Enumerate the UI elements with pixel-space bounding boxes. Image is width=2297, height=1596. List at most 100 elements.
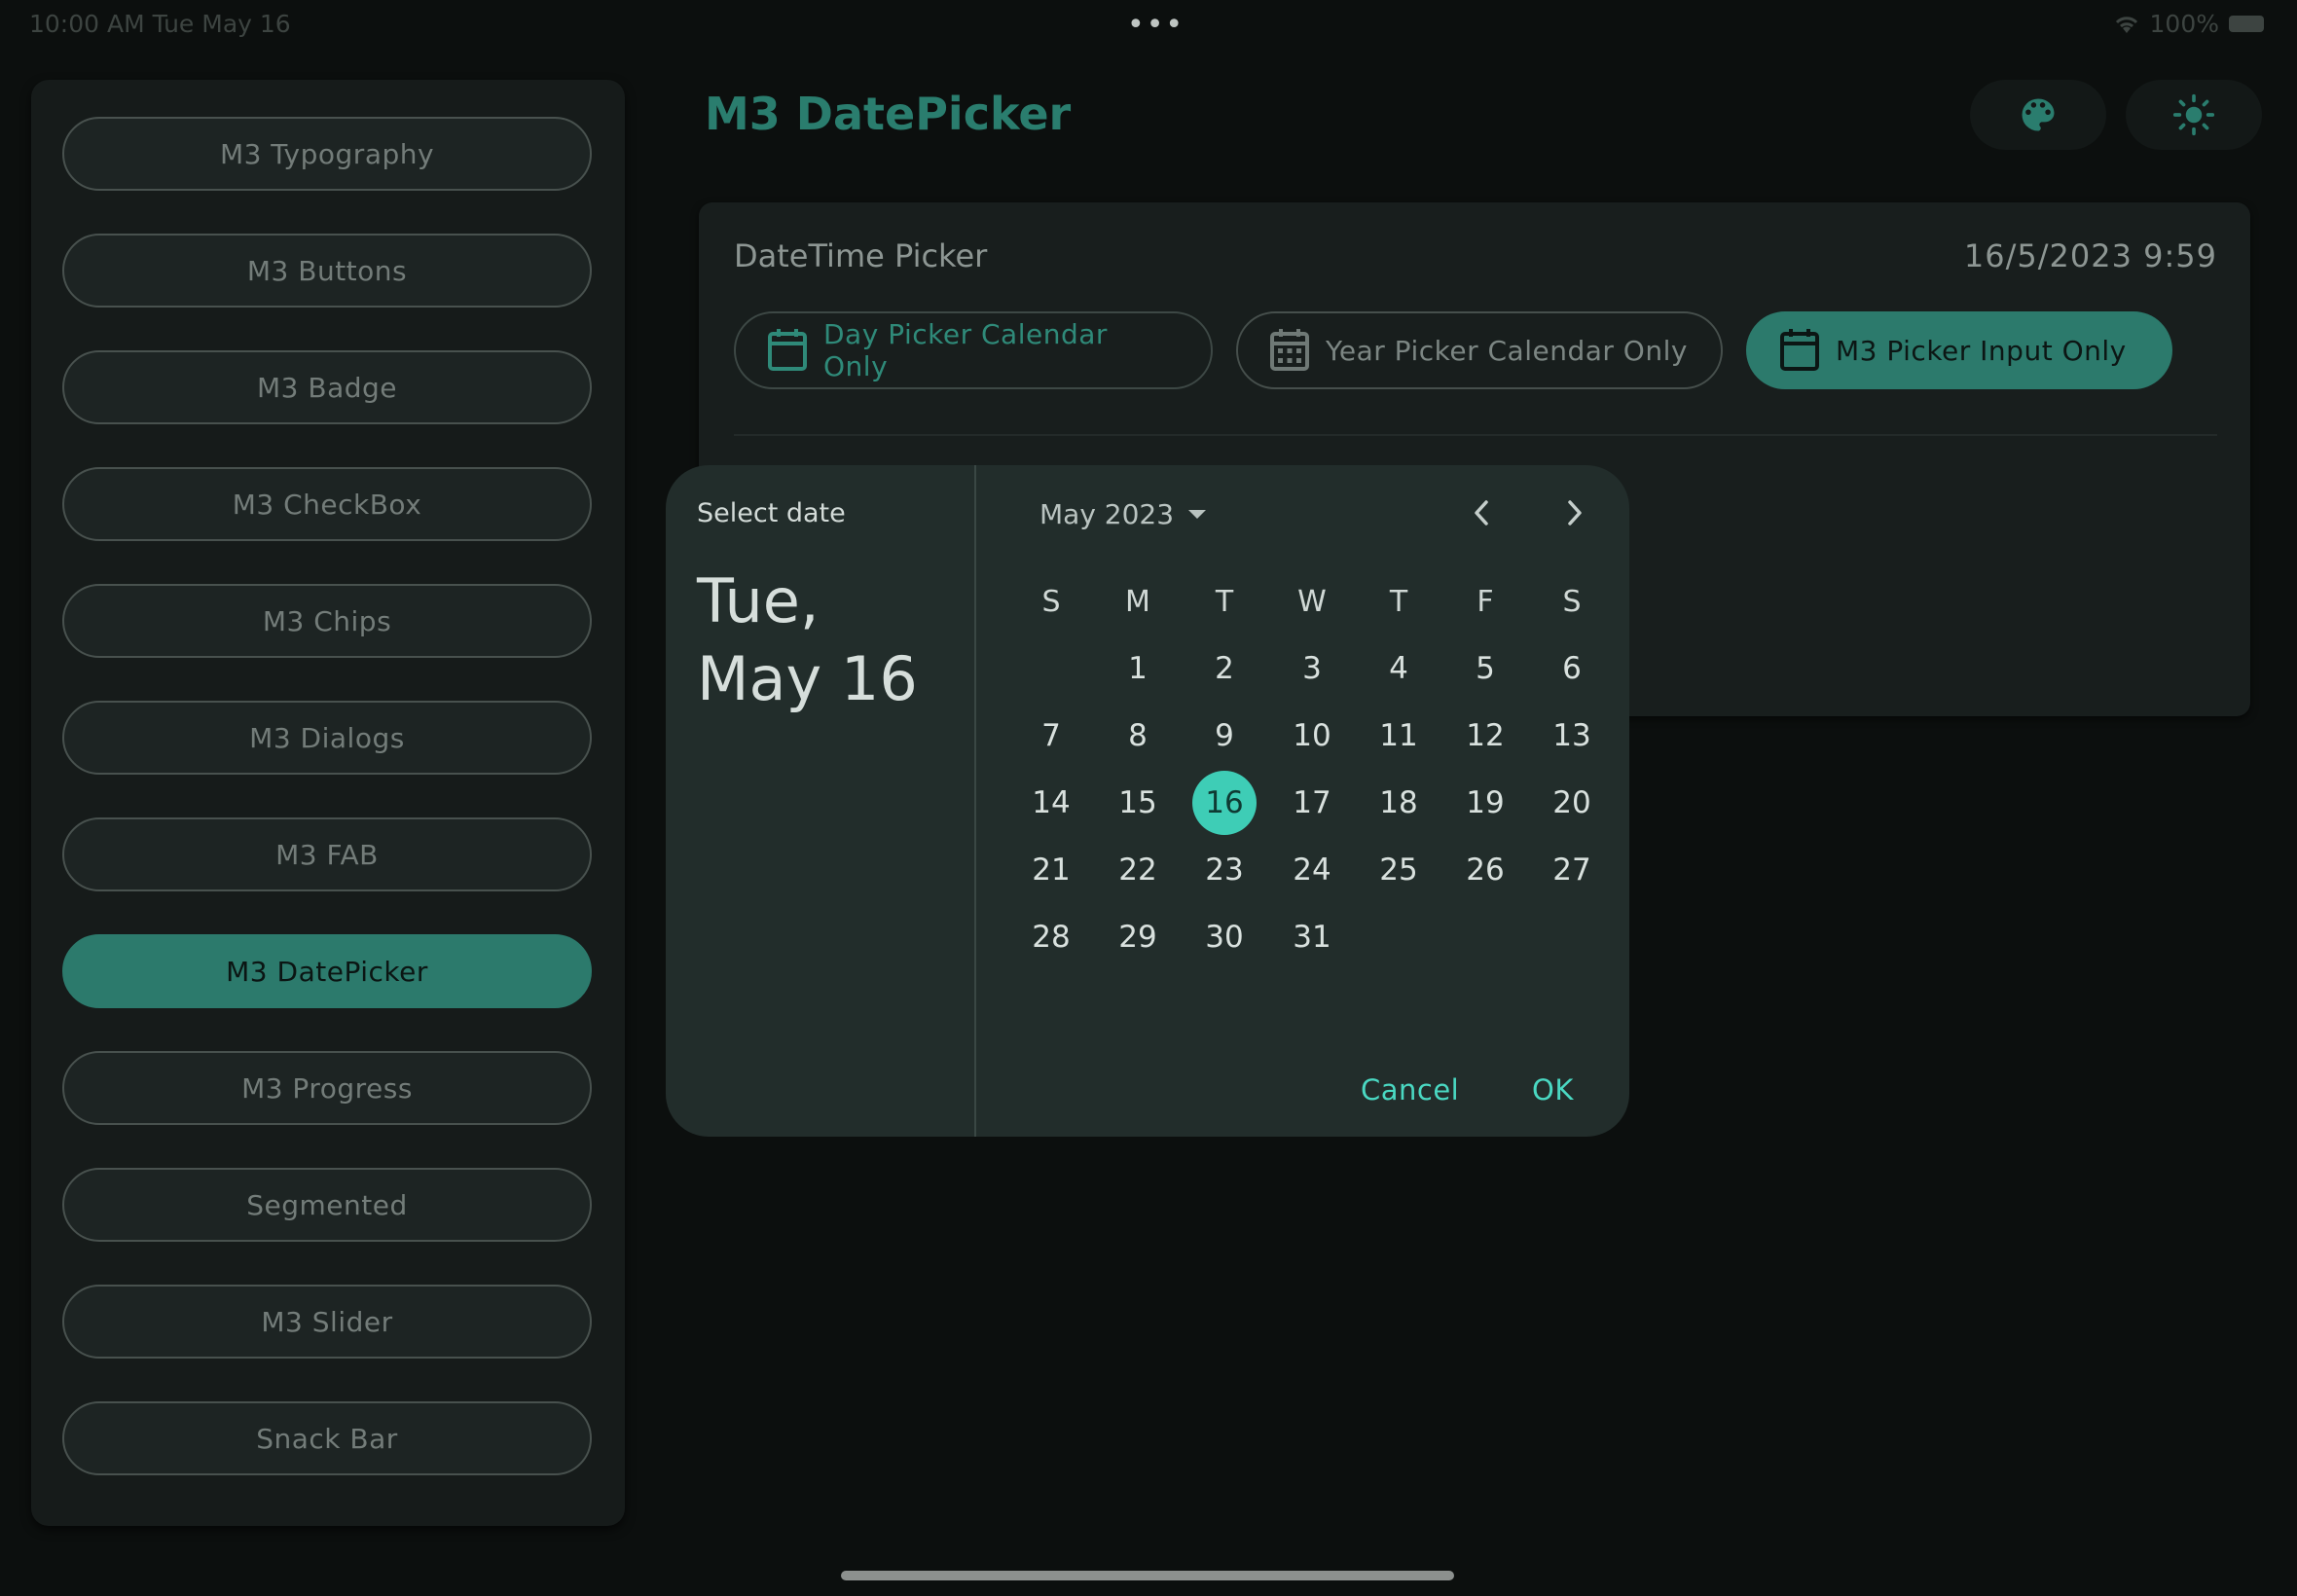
battery-percent: 100% [2149, 10, 2219, 38]
calendar-day[interactable]: 11 [1367, 704, 1431, 768]
sidebar-item-label: M3 Progress [241, 1071, 413, 1105]
sun-icon [2172, 93, 2215, 136]
sidebar-item-typography[interactable]: M3 Typography [62, 117, 592, 191]
calendar-day[interactable]: 8 [1106, 704, 1170, 768]
sidebar-item-label: M3 Buttons [246, 254, 408, 287]
calendar-day[interactable]: 23 [1192, 838, 1257, 902]
calendar-day[interactable]: 27 [1540, 838, 1604, 902]
status-right: 100% [2113, 10, 2264, 38]
calendar-day[interactable]: 26 [1453, 838, 1517, 902]
weekday-label: F [1477, 584, 1494, 619]
calendar-day[interactable]: 13 [1540, 704, 1604, 768]
chip-label: Day Picker Calendar Only [823, 318, 1108, 382]
month-year-selector[interactable]: May 2023 [1039, 498, 1207, 530]
sidebar-item-snackbar[interactable]: Snack Bar [62, 1401, 592, 1475]
dialog-supporting-text: Select date [697, 498, 846, 528]
calendar-day[interactable]: 18 [1367, 771, 1431, 835]
calendar-day[interactable]: 14 [1019, 771, 1083, 835]
chip-label: Year Picker Calendar Only [1326, 334, 1688, 367]
sidebar-item-chips[interactable]: M3 Chips [62, 584, 592, 658]
sidebar-item-datepicker[interactable]: M3 DatePicker [62, 934, 592, 1008]
headline-weekday: Tue, [697, 565, 820, 636]
cancel-button[interactable]: Cancel [1361, 1073, 1459, 1106]
battery-icon [2229, 16, 2264, 32]
calendar-day[interactable]: 15 [1106, 771, 1170, 835]
calendar-day[interactable]: 20 [1540, 771, 1604, 835]
calendar-day[interactable]: 6 [1540, 636, 1604, 701]
calendar-day[interactable]: 19 [1453, 771, 1517, 835]
calendar-day[interactable]: 9 [1192, 704, 1257, 768]
sidebar-item-label: M3 Chips [262, 604, 392, 637]
headline-date: May 16 [697, 643, 918, 714]
year-picker-calendar-chip[interactable]: Year Picker Calendar Only [1236, 311, 1723, 389]
theme-toggle-button[interactable] [2126, 80, 2262, 150]
calendar-day[interactable]: 21 [1019, 838, 1083, 902]
selected-datetime: 16/5/2023 9:59 [1963, 237, 2217, 274]
previous-month-button[interactable] [1455, 487, 1508, 539]
calendar-day[interactable]: 12 [1453, 704, 1517, 768]
calendar-day[interactable]: 24 [1280, 838, 1344, 902]
month-year-label: May 2023 [1039, 498, 1175, 530]
chip-label: M3 Picker Input Only [1836, 334, 2127, 367]
m3-picker-input-chip[interactable]: M3 Picker Input Only [1746, 311, 2172, 389]
status-bar: 10:00 AM Tue May 16 ••• 100% [0, 0, 2297, 47]
calendar-day[interactable]: 25 [1367, 838, 1431, 902]
calendar-blank-icon [1779, 328, 1820, 373]
card-title: DateTime Picker [734, 237, 988, 274]
selected-date-headline: Tue, May 16 [697, 562, 918, 718]
page-title: M3 DatePicker [705, 88, 1072, 140]
weekday-label: T [1389, 584, 1408, 619]
weekday-label: W [1297, 584, 1327, 619]
palette-button[interactable] [1970, 80, 2106, 150]
dialog-divider [974, 465, 976, 1137]
sidebar-item-label: M3 DatePicker [226, 955, 428, 988]
calendar-day[interactable]: 3 [1280, 636, 1344, 701]
sidebar: M3 Typography M3 Buttons M3 Badge M3 Che… [31, 80, 625, 1526]
calendar-grid-icon [1269, 328, 1310, 373]
sidebar-item-label: M3 Dialogs [249, 721, 405, 754]
wifi-icon [2115, 16, 2137, 33]
status-time: 10:00 AM Tue May 16 [29, 10, 291, 38]
calendar-day[interactable]: 10 [1280, 704, 1344, 768]
calendar-day[interactable]: 22 [1106, 838, 1170, 902]
calendar-day[interactable]: 2 [1192, 636, 1257, 701]
chevron-left-icon [1475, 500, 1488, 526]
calendar-day[interactable]: 5 [1453, 636, 1517, 701]
weekday-label: T [1215, 584, 1234, 619]
calendar-day[interactable]: 31 [1280, 905, 1344, 969]
sidebar-item-label: M3 Badge [256, 371, 397, 404]
next-month-button[interactable] [1549, 487, 1601, 539]
calendar-day[interactable]: 29 [1106, 905, 1170, 969]
ok-button[interactable]: OK [1532, 1073, 1574, 1106]
calendar-day[interactable]: 7 [1019, 704, 1083, 768]
chevron-right-icon [1568, 500, 1582, 526]
calendar-day[interactable]: 17 [1280, 771, 1344, 835]
sidebar-item-label: M3 Typography [219, 137, 435, 170]
sidebar-item-progress[interactable]: M3 Progress [62, 1051, 592, 1125]
calendar-blank-icon [767, 328, 808, 373]
palette-icon [2022, 98, 2055, 131]
home-indicator[interactable] [841, 1571, 1454, 1580]
sidebar-item-slider[interactable]: M3 Slider [62, 1285, 592, 1359]
day-picker-calendar-chip[interactable]: Day Picker Calendar Only [734, 311, 1213, 389]
sidebar-item-label: Snack Bar [256, 1422, 398, 1455]
sidebar-item-label: M3 Slider [261, 1305, 393, 1338]
sidebar-item-fab[interactable]: M3 FAB [62, 817, 592, 891]
calendar-day[interactable]: 28 [1019, 905, 1083, 969]
dropdown-arrow-icon [1188, 509, 1207, 519]
sidebar-item-badge[interactable]: M3 Badge [62, 350, 592, 424]
sidebar-item-buttons[interactable]: M3 Buttons [62, 234, 592, 308]
weekday-label: S [1041, 584, 1061, 619]
weekday-label: S [1562, 584, 1582, 619]
sidebar-item-segmented[interactable]: Segmented [62, 1168, 592, 1242]
calendar-day[interactable]: 4 [1367, 636, 1431, 701]
sidebar-item-checkbox[interactable]: M3 CheckBox [62, 467, 592, 541]
date-picker-dialog: Select date Tue, May 16 May 2023 S M T W T F S… [666, 465, 1629, 1137]
multitasking-dots[interactable]: ••• [1127, 8, 1185, 42]
sidebar-item-label: M3 FAB [275, 838, 379, 871]
calendar-day[interactable]: 1 [1106, 636, 1170, 701]
calendar-day-selected[interactable]: 16 [1192, 771, 1257, 835]
sidebar-item-dialogs[interactable]: M3 Dialogs [62, 701, 592, 775]
calendar-day[interactable]: 30 [1192, 905, 1257, 969]
sidebar-item-label: Segmented [246, 1188, 408, 1221]
